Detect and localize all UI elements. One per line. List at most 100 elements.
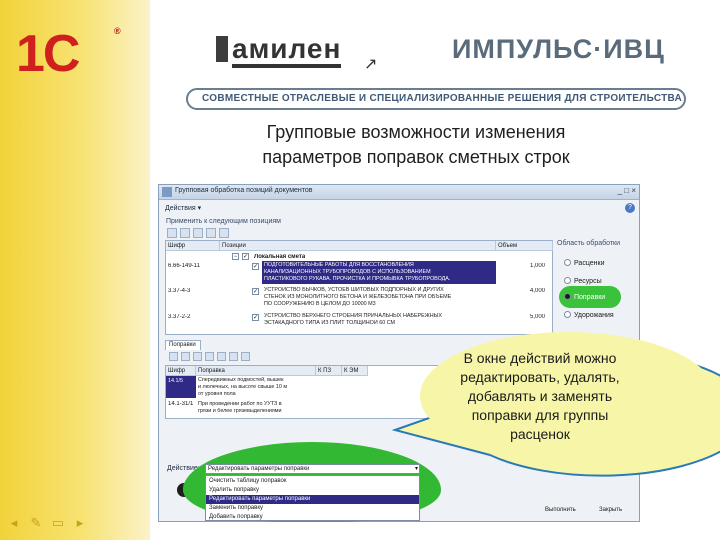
column-header-code[interactable]: Шифр [166,366,196,376]
apply-label: Применить к следующим позициям [166,218,281,225]
logo-1c-registered: ® [114,26,120,36]
tree-icon[interactable] [206,228,216,238]
close-button[interactable]: Закрыть [599,507,622,513]
column-header-kpz[interactable]: К ПЗ [316,366,342,376]
next-slide-icon[interactable]: ▸ [72,516,88,530]
radio-icon [564,259,571,266]
row-text-line: УСТРОЙСТВО ВЕРХНЕГО СТРОЕНИЯ ПРИЧАЛЬНЫХ … [264,313,442,319]
options-title: Область обработки [557,240,621,247]
window-toolbar: Действия ▾ ? [163,203,635,215]
option-label: Поправки [574,294,606,301]
slide-title: Групповые возможности изменения параметр… [196,120,636,170]
dropdown-item[interactable]: Очистить таблицу поправок [206,477,419,486]
logo-impuls: ИМПУЛЬС·ИВЦ [452,34,665,64]
dropdown-item[interactable]: Заменить поправку [206,504,419,513]
option-resources[interactable]: Ресурсы [564,277,602,285]
radio-icon [564,311,571,318]
copy-icon[interactable] [181,352,190,361]
row-code: 14.1/5 [168,378,183,384]
row-text-line: Спередвижных подмостей, вышек [198,377,284,383]
grid-toolbar [167,228,229,238]
row-text-line: ПЛАСТИКОВОГО РУКАВА. ПРОЧИСТКА И ПРОМЫВК… [264,276,451,282]
check-all-icon[interactable] [167,228,177,238]
logo-amilen-bar [216,36,228,62]
row-checkbox[interactable]: ✓ [252,314,259,321]
left-yellow-strip: 1С ® ◂ ✎ ▭ ▸ [0,0,150,540]
corrections-toolbar [169,352,250,361]
logo-amilen-text: амилен [232,34,342,68]
positions-grid: Шифр Позиции Объем − ✓ Локальная смета 6… [165,240,553,335]
row-text: Локальная смета [254,254,306,260]
slide-nav: ◂ ✎ ▭ ▸ [6,516,88,530]
delete-icon[interactable] [205,352,214,361]
option-label: Удорожания [574,312,614,319]
action-select[interactable]: Редактировать параметры поправки ▾ [205,464,420,474]
column-header-volume[interactable]: Объем [496,241,553,251]
dropdown-item[interactable]: Добавить поправку [206,513,419,522]
banner-text: СОВМЕСТНЫЕ ОТРАСЛЕВЫЕ И СПЕЦИАЛИЗИРОВАНН… [202,93,683,104]
column-header-kem[interactable]: К ЭМ [342,366,368,376]
pen-icon[interactable]: ✎ [28,516,44,530]
column-header-correction[interactable]: Поправка [196,366,316,376]
row-text-line: и люлечных, на высоте свыше 10 м [198,384,288,390]
expand-icon[interactable] [219,228,229,238]
column-header-code[interactable]: Шифр [166,241,220,251]
row-code: 3.37-4-3 [168,288,191,294]
radio-icon [564,277,571,284]
row-checkbox[interactable]: ✓ [252,263,259,270]
row-volume: 5,000 [530,314,546,320]
callout-line: редактировать, удалять, [460,369,620,385]
row-text-line: КАНАЛИЗАЦИОННЫХ ТРУБОПРОВОДОВ С ИСПОЛЬЗО… [264,269,431,275]
option-markups[interactable]: Удорожания [564,311,614,319]
radio-selected-icon [564,293,571,300]
callout-text: В окне действий можно редактировать, уда… [424,349,656,444]
row-checkbox[interactable]: ✓ [252,288,259,295]
row-volume: 4,000 [530,288,546,294]
row-text-line: ПО СООРУЖЕНИЮ В ЦЕЛОМ ДО 10000 М3 [264,301,376,307]
window-icon [162,187,172,197]
edit-icon[interactable] [193,352,202,361]
move-up-icon[interactable] [217,352,226,361]
row-text-line: грязи и белее грязевыделениями [198,408,282,414]
column-header-positions[interactable]: Позиции [220,241,496,251]
callout-line: расценок [510,426,570,442]
actions-menu[interactable]: Действия ▾ [165,204,201,212]
logo-1c: 1С ® [16,25,120,83]
option-rates[interactable]: Расценки [564,259,605,267]
sort-icon[interactable] [241,352,250,361]
option-label: Расценки [574,260,605,267]
window-controls[interactable]: _ □ × [618,186,636,195]
slide-title-line: Групповые возможности изменения [266,122,566,142]
row-checkbox[interactable]: − [232,253,239,260]
dropdown-item[interactable]: Удалить поправку [206,486,419,495]
dropdown-item-selected[interactable]: Редактировать параметры поправки [206,495,419,504]
help-icon[interactable]: ? [625,203,635,213]
action-select-value: Редактировать параметры поправки [208,466,310,472]
move-down-icon[interactable] [229,352,238,361]
add-icon[interactable] [169,352,178,361]
callout-line: поправки для группы [471,407,609,423]
uncheck-all-icon[interactable] [180,228,190,238]
row-text-line: ЭСТАКАДНОГО ТИПА ИЗ ПЛИТ ТОЛЩИНОЙ 60 СМ [264,320,396,326]
run-button[interactable]: Выполнить [545,507,576,513]
option-corrections[interactable]: Поправки [564,293,605,301]
option-label: Ресурсы [574,278,602,285]
tab-corrections[interactable]: Поправки [165,340,201,350]
window-title: Групповая обработка позиций документов [175,187,313,194]
logo-1c-text: 1С [16,25,81,83]
logo-amilen: амилен ↗ [216,32,386,73]
menu-icon[interactable]: ▭ [50,516,66,530]
prev-slide-icon[interactable]: ◂ [6,516,22,530]
row-checkbox[interactable]: ✓ [242,253,249,260]
row-volume: 1,000 [530,263,546,269]
row-code: 14.1-31/1 [168,401,194,407]
row-text-line: УСТРОЙСТВО БЫЧКОВ, УСТОЕВ ШИТОВЫХ ПОДПОР… [264,287,444,293]
chevron-down-icon[interactable]: ▾ [415,465,418,473]
slide-title-line: параметров поправок сметных строк [262,147,570,167]
window-title-bar: Групповая обработка позиций документов _… [159,185,639,200]
callout-line: добавлять и заменять [467,388,613,404]
row-text-line: ПОДГОТОВИТЕЛЬНЫЕ РАБОТЫ ДЛЯ ВОССТАНОВЛЕН… [264,262,414,268]
arrow-icon: ↗ [364,56,378,73]
edit-icon[interactable] [193,228,203,238]
row-text-line: При проведении работ по УУТЗ в [198,401,282,407]
